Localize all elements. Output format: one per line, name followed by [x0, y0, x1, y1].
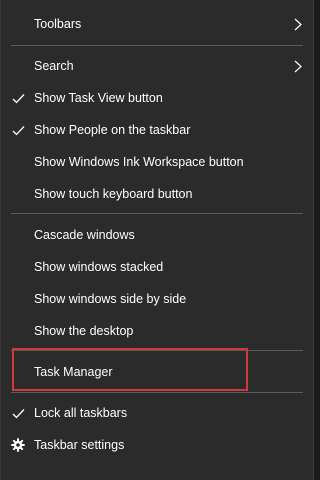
menu-item-taskbar-settings[interactable]: Taskbar settings [1, 429, 313, 461]
menu-item-lock-all-taskbars[interactable]: Lock all taskbars [1, 397, 313, 429]
menu-item-label: Lock all taskbars [34, 406, 128, 420]
menu-item-show-ink-workspace[interactable]: Show Windows Ink Workspace button [1, 146, 313, 178]
menu-separator [11, 45, 303, 46]
menu-item-task-manager[interactable]: Task Manager [1, 356, 313, 388]
menu-item-label: Show touch keyboard button [34, 187, 193, 201]
chevron-right-icon [293, 59, 303, 73]
checkmark-icon [11, 406, 25, 420]
menu-item-show-desktop[interactable]: Show the desktop [1, 315, 313, 347]
menu-item-label: Show Windows Ink Workspace button [34, 155, 244, 169]
menu-item-label: Show the desktop [34, 324, 134, 338]
menu-item-search[interactable]: Search [1, 50, 313, 82]
menu-item-label: Toolbars [34, 17, 82, 31]
menu-item-label: Task Manager [34, 365, 113, 379]
menu-item-label: Search [34, 59, 74, 73]
checkmark-icon [11, 123, 25, 137]
menu-item-show-windows-side-by-side[interactable]: Show windows side by side [1, 283, 313, 315]
menu-item-label: Cascade windows [34, 228, 135, 242]
taskbar-context-menu: Toolbars Search Show Task View button Sh… [0, 0, 314, 480]
menu-item-show-task-view-button[interactable]: Show Task View button [1, 82, 313, 114]
checkmark-icon [11, 91, 25, 105]
menu-item-label: Show Task View button [34, 91, 163, 105]
menu-item-show-touch-keyboard[interactable]: Show touch keyboard button [1, 178, 313, 210]
menu-item-label: Taskbar settings [34, 438, 125, 452]
menu-item-show-people[interactable]: Show People on the taskbar [1, 114, 313, 146]
menu-separator [11, 392, 303, 393]
menu-separator [11, 213, 303, 214]
chevron-right-icon [293, 17, 303, 31]
menu-item-label: Show windows side by side [34, 292, 187, 306]
menu-item-label: Show windows stacked [34, 260, 164, 274]
gear-icon [11, 438, 25, 452]
menu-item-toolbars[interactable]: Toolbars [1, 8, 313, 40]
menu-item-cascade-windows[interactable]: Cascade windows [1, 219, 313, 251]
menu-item-show-windows-stacked[interactable]: Show windows stacked [1, 251, 313, 283]
menu-item-label: Show People on the taskbar [34, 123, 191, 137]
menu-separator [11, 350, 303, 351]
